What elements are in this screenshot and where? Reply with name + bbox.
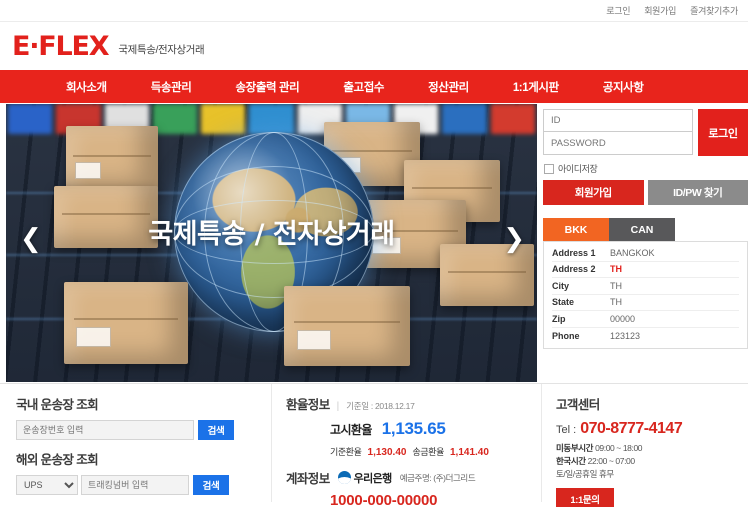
nav-item-waybill-print[interactable]: 송장출력 관리 bbox=[213, 79, 321, 95]
nav-item-settlement[interactable]: 정산관리 bbox=[406, 79, 491, 95]
account-title: 계좌정보 bbox=[286, 472, 330, 486]
login-action-buttons: 회원가입 ID/PW 찾기 bbox=[543, 180, 748, 205]
remember-id-label: 아이디저장 bbox=[558, 164, 598, 174]
exchange-remit-value: 1,141.40 bbox=[450, 447, 489, 458]
id-input[interactable] bbox=[543, 109, 693, 132]
tab-bkk[interactable]: BKK bbox=[543, 218, 609, 241]
login-submit-button[interactable]: 로그인 bbox=[698, 109, 748, 156]
tracking-panel: 국내 운송장 조회 검색 해외 운송장 조회 UPS 검색 bbox=[0, 384, 272, 502]
hours-us-row: 미동부시간 09:00 ~ 18:00 bbox=[556, 442, 748, 455]
domestic-tracking-input[interactable] bbox=[16, 420, 194, 440]
right-sidebar: 로그인 아이디저장 회원가입 ID/PW 찾기 BKK CAN Address … bbox=[543, 103, 748, 383]
inquiry-button[interactable]: 1:1문의 bbox=[556, 488, 614, 507]
carrier-select[interactable]: UPS bbox=[16, 475, 78, 495]
exchange-title: 환율정보 bbox=[286, 398, 330, 412]
address-table: Address 1 BANGKOK Address 2 TH City TH S… bbox=[543, 241, 748, 349]
remember-id-row[interactable]: 아이디저장 bbox=[544, 162, 748, 175]
overseas-tracking-input[interactable] bbox=[81, 475, 189, 495]
hero-caption: 국제특송 / 전자상거래 bbox=[148, 219, 395, 250]
account-number: 1000-000-00000 bbox=[330, 492, 438, 507]
nav-item-express-management[interactable]: 득송관리 bbox=[129, 79, 214, 95]
tab-can[interactable]: CAN bbox=[609, 218, 675, 241]
header-logo-row: E·FLEX 국제특송/전자상거래 bbox=[0, 22, 748, 70]
site-tagline: 국제특송/전자상거래 bbox=[118, 43, 205, 56]
hours-kr-row: 한국시간 22:00 ~ 07:00 bbox=[556, 455, 748, 468]
login-fields bbox=[543, 109, 693, 156]
domestic-tracking-title: 국내 운송장 조회 bbox=[16, 398, 99, 412]
address-value: TH bbox=[610, 280, 622, 291]
exchange-base-value: 1,130.40 bbox=[367, 447, 407, 458]
address-key: Zip bbox=[552, 313, 566, 324]
signup-link[interactable]: 회원가입 bbox=[644, 4, 676, 17]
bottom-panels: 국내 운송장 조회 검색 해외 운송장 조회 UPS 검색 환율정보 | 기준일… bbox=[0, 383, 748, 507]
exchange-sub-rates: 기준환율 1,130.40 송금환율 1,141.40 bbox=[330, 445, 541, 458]
domestic-tracking-row: 검색 bbox=[16, 420, 271, 440]
hours-us-value: 09:00 ~ 18:00 bbox=[595, 443, 643, 453]
address-value: 00000 bbox=[610, 313, 636, 324]
signup-button[interactable]: 회원가입 bbox=[543, 180, 644, 205]
password-input[interactable] bbox=[543, 132, 693, 155]
tel-value: 070-8777-4147 bbox=[580, 420, 683, 437]
exchange-main-value: 1,135.65 bbox=[381, 419, 446, 438]
login-link[interactable]: 로그인 bbox=[606, 4, 630, 17]
main-navigation: 회사소개 득송관리 송장출력 관리 출고접수 정산관리 1:1게시판 공지사항 bbox=[0, 70, 748, 103]
nav-item-one-to-one-board[interactable]: 1:1게시판 bbox=[491, 79, 581, 95]
site-logo[interactable]: E·FLEX bbox=[12, 33, 110, 60]
nav-item-about[interactable]: 회사소개 bbox=[44, 79, 129, 95]
account-header: 계좌정보 우리은행 예금주명: (주)더그리드 bbox=[286, 468, 541, 487]
nav-item-shipping-request[interactable]: 출고접수 bbox=[321, 79, 406, 95]
overseas-search-button[interactable]: 검색 bbox=[193, 475, 229, 495]
address-row-6: Phone 123123 bbox=[552, 328, 739, 345]
overseas-tracking-row: UPS 검색 bbox=[16, 475, 271, 495]
login-box: 로그인 bbox=[543, 109, 748, 156]
carousel-prev-icon[interactable]: ❮ bbox=[20, 226, 42, 252]
remember-id-checkbox[interactable] bbox=[544, 163, 554, 174]
bank-name: 우리은행 bbox=[353, 472, 393, 485]
address-value: TH bbox=[610, 264, 622, 275]
exchange-main-label: 고시환율 bbox=[330, 423, 372, 437]
address-value: 123123 bbox=[610, 330, 641, 341]
address-row-3: City TH bbox=[552, 278, 739, 295]
address-row-1: Address 1 BANGKOK bbox=[552, 245, 739, 262]
address-key: State bbox=[552, 297, 575, 308]
address-value: BANGKOK bbox=[610, 247, 655, 258]
exchange-header: 환율정보 | 기준일 : 2018.12.17 bbox=[286, 394, 541, 413]
address-value: TH bbox=[610, 297, 622, 308]
address-key: Address 2 bbox=[552, 264, 596, 275]
exchange-base-label: 기준환율 bbox=[330, 447, 362, 457]
overseas-tracking-title: 해외 운송장 조회 bbox=[16, 453, 99, 467]
address-row-5: Zip 00000 bbox=[552, 311, 739, 328]
carousel-next-icon[interactable]: ❯ bbox=[503, 226, 525, 252]
tel-label: Tel : bbox=[556, 424, 577, 436]
main-area: 국제특송 / 전자상거래 ❮ ❯ 로그인 아이디저장 회원가입 ID/PW 찾기 bbox=[0, 103, 748, 383]
hero-carousel[interactable]: 국제특송 / 전자상거래 ❮ ❯ bbox=[6, 104, 537, 382]
hours-us-label: 미동부시간 bbox=[556, 443, 594, 453]
address-key: Address 1 bbox=[552, 247, 596, 258]
address-tabs: BKK CAN bbox=[543, 218, 748, 241]
nav-item-notice[interactable]: 공지사항 bbox=[581, 79, 666, 95]
bookmark-link[interactable]: 즐겨찾기추가 bbox=[690, 4, 738, 17]
page-root: 로그인 회원가입 즐겨찾기추가 E·FLEX 국제특송/전자상거래 회사소개 득… bbox=[0, 0, 748, 507]
closed-days: 토/일/공휴일 휴무 bbox=[556, 469, 614, 479]
exchange-date: 기준일 : 2018.12.17 bbox=[346, 401, 415, 411]
customer-center-tel: Tel : 070-8777-4147 bbox=[556, 420, 748, 438]
domestic-search-button[interactable]: 검색 bbox=[198, 420, 234, 440]
exchange-account-panel: 환율정보 | 기준일 : 2018.12.17 고시환율 1,135.65 기준… bbox=[272, 384, 542, 507]
customer-center-panel: 고객센터 Tel : 070-8777-4147 미동부시간 09:00 ~ 1… bbox=[542, 384, 748, 507]
address-key: City bbox=[552, 280, 570, 291]
bank-badge: 우리은행 bbox=[337, 470, 393, 486]
hours-kr-value: 22:00 ~ 07:00 bbox=[587, 456, 635, 466]
hours-kr-label: 한국시간 bbox=[556, 456, 586, 466]
address-row-2: Address 2 TH bbox=[552, 262, 739, 278]
exchange-remit-label: 송금환율 bbox=[412, 447, 444, 457]
exchange-separator: | bbox=[336, 401, 340, 412]
woori-bank-icon bbox=[337, 471, 351, 484]
address-row-4: State TH bbox=[552, 295, 739, 311]
account-holder: 예금주명: (주)더그리드 bbox=[399, 472, 476, 483]
customer-center-title: 고객센터 bbox=[556, 398, 600, 412]
top-utility-bar: 로그인 회원가입 즐겨찾기추가 bbox=[0, 0, 748, 22]
find-id-pw-button[interactable]: ID/PW 찾기 bbox=[647, 180, 748, 205]
exchange-main-rate: 고시환율 1,135.65 bbox=[330, 419, 541, 439]
address-key: Phone bbox=[552, 330, 580, 341]
